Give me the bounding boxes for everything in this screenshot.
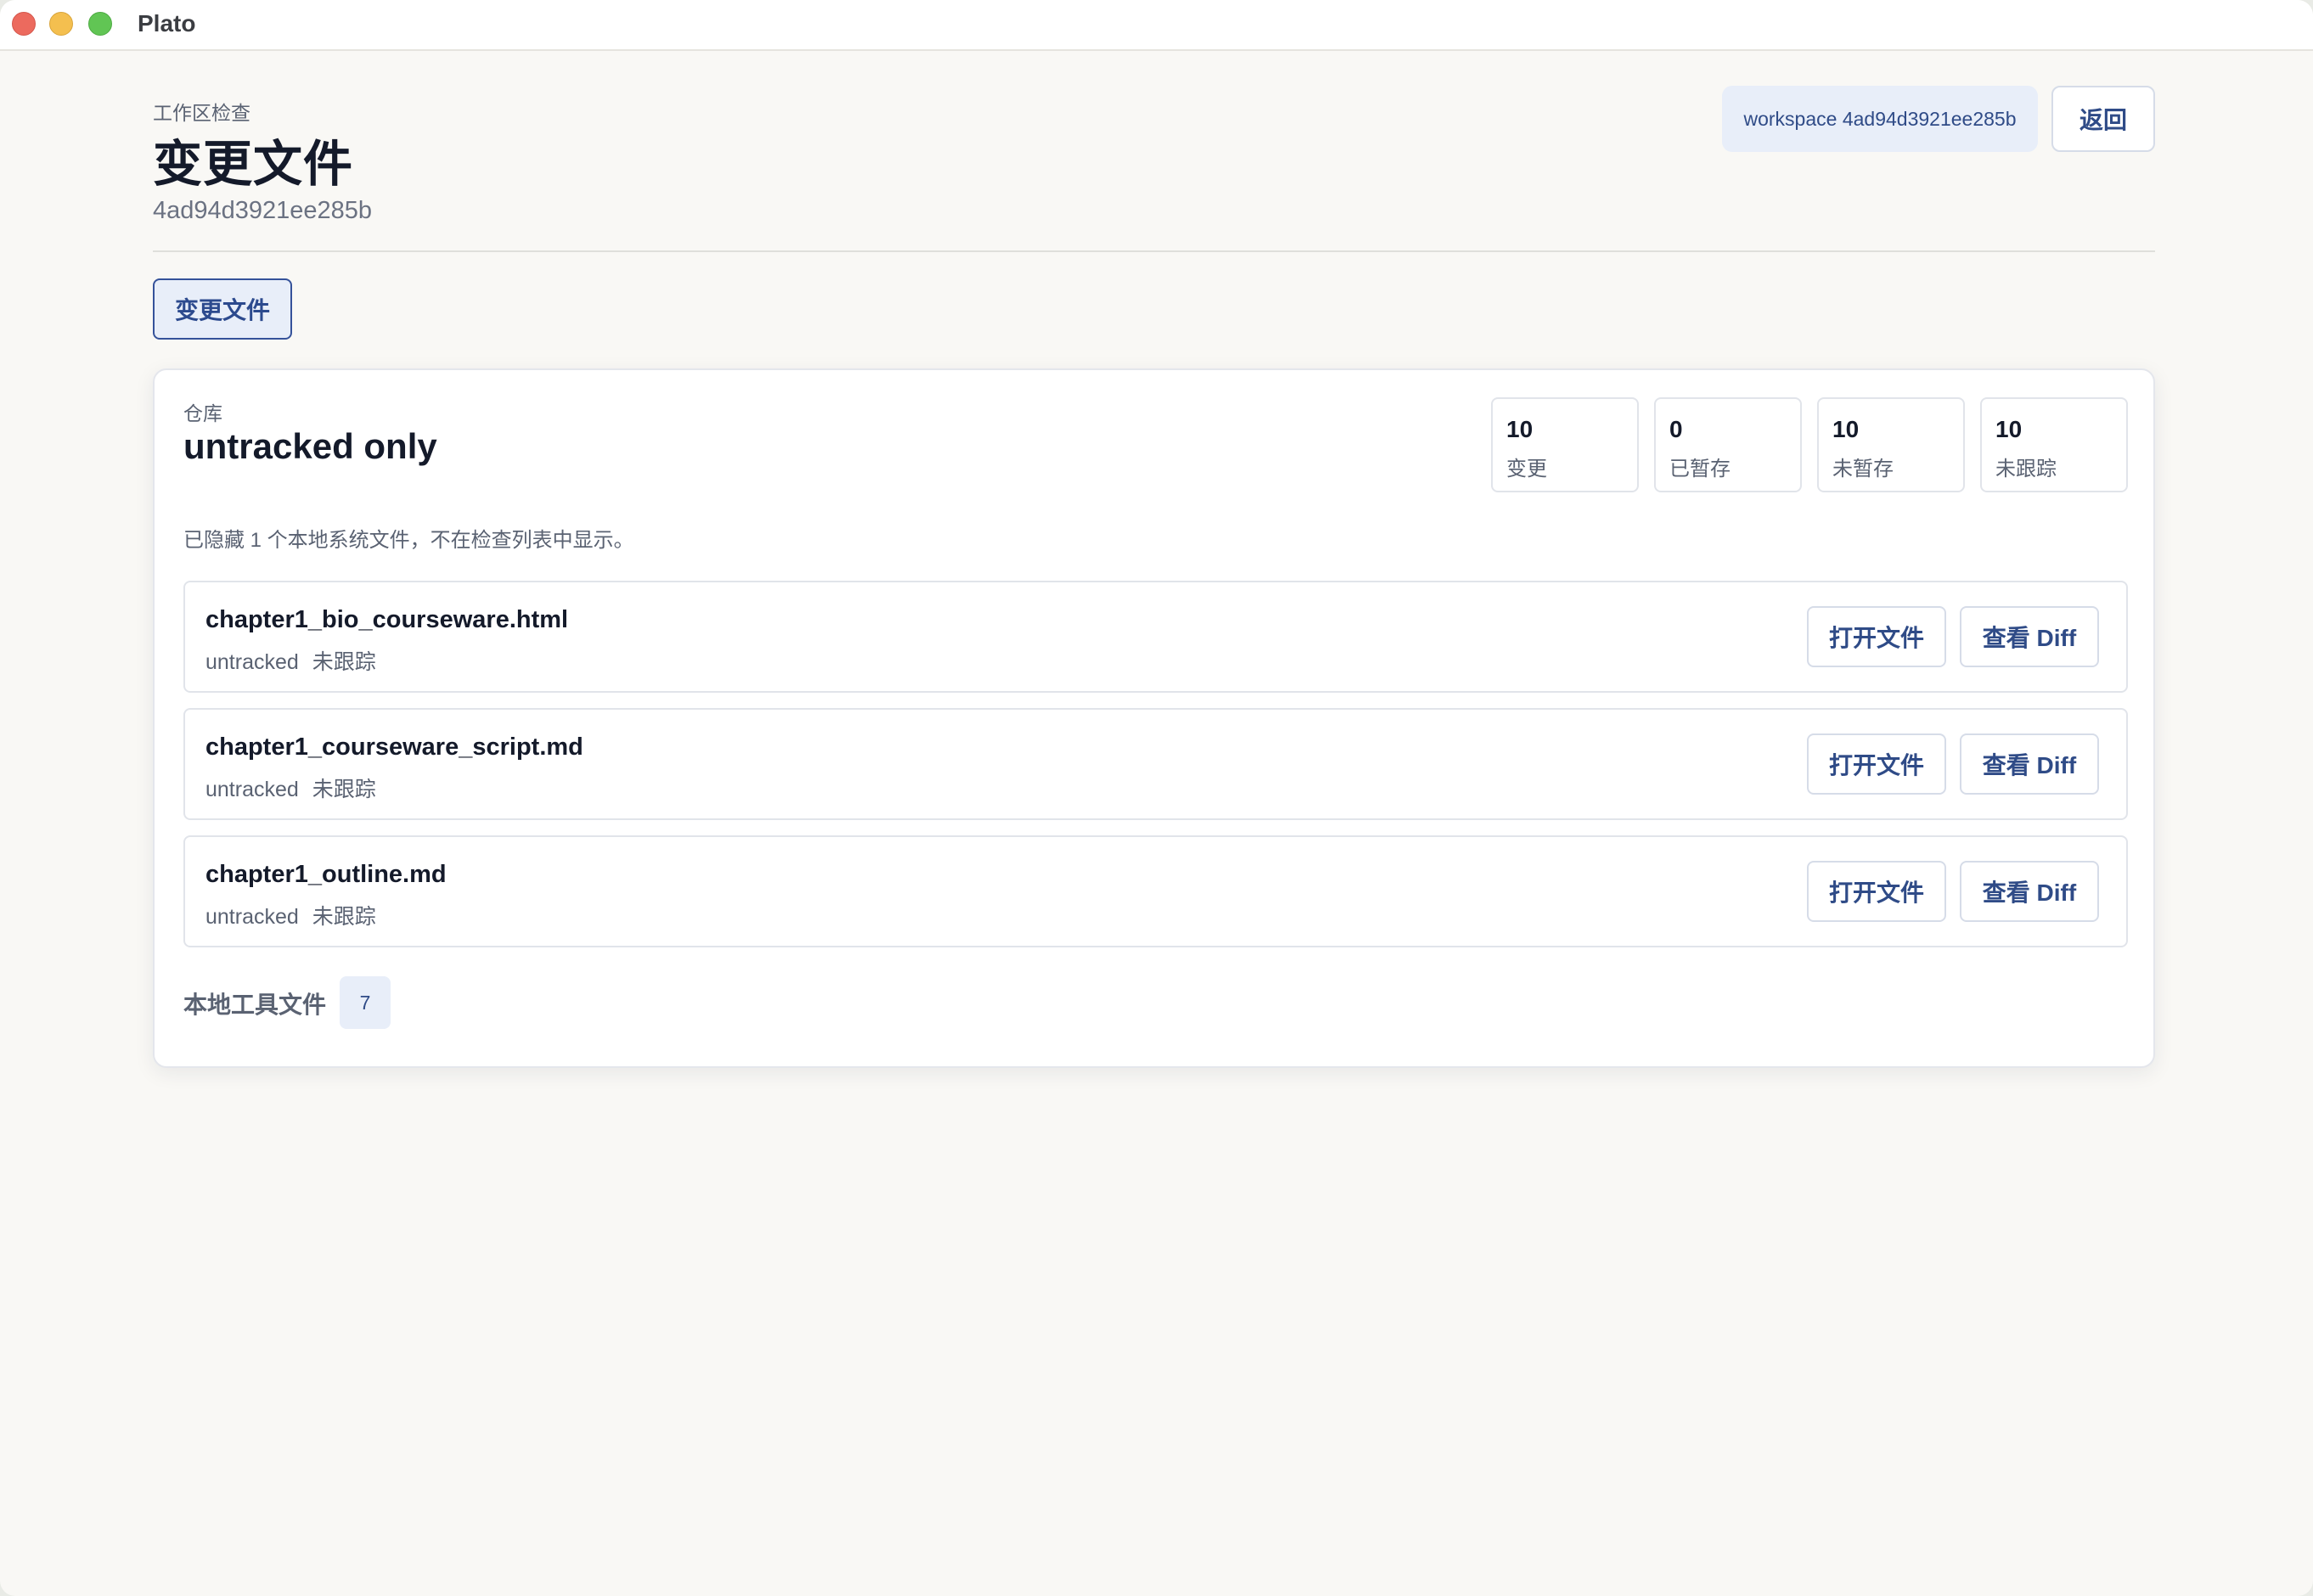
page-subtitle: 4ad94d3921ee285b <box>153 197 373 224</box>
view-diff-button[interactable]: 查看 Diff <box>1960 606 2099 667</box>
file-status-label: 未跟踪 <box>312 650 376 674</box>
app-window: Plato 工作区检查 变更文件 4ad94d3921ee285b worksp… <box>0 0 2313 1596</box>
file-name: chapter1_courseware_script.md <box>205 733 583 761</box>
file-status-label: 未跟踪 <box>312 905 376 929</box>
file-status-code: untracked <box>205 778 299 801</box>
back-button[interactable]: 返回 <box>2051 86 2155 152</box>
stat-value: 0 <box>1669 416 1683 442</box>
stat-changes: 10 变更 <box>1491 397 1639 492</box>
file-status: untracked 未跟踪 <box>205 900 376 930</box>
repo-panel: 仓库 untracked only 10 变更 0 已暂存 10 未暂存 10 … <box>153 368 2155 1068</box>
title-bar: Plato <box>0 0 2313 51</box>
local-tool-files-toggle[interactable]: 本地工具文件 <box>183 986 326 1020</box>
file-status: untracked 未跟踪 <box>205 645 376 676</box>
file-status-label: 未跟踪 <box>312 778 376 801</box>
file-status-code: untracked <box>205 650 299 674</box>
stat-value: 10 <box>1506 416 1534 442</box>
file-name: chapter1_outline.md <box>205 861 447 888</box>
open-file-button[interactable]: 打开文件 <box>1807 606 1946 667</box>
stat-label: 未暂存 <box>1832 458 1894 480</box>
app-title: Plato <box>138 10 196 37</box>
stat-label: 变更 <box>1506 458 1547 480</box>
open-file-button[interactable]: 打开文件 <box>1807 733 1946 795</box>
header-divider <box>153 250 2155 252</box>
stat-untracked: 10 未跟踪 <box>1980 397 2128 492</box>
file-name: chapter1_bio_courseware.html <box>205 606 569 633</box>
page-title: 变更文件 <box>153 137 354 192</box>
file-row: chapter1_courseware_script.md untracked 未… <box>183 708 2128 820</box>
open-file-button[interactable]: 打开文件 <box>1807 861 1946 922</box>
file-row: chapter1_bio_courseware.html untracked 未跟… <box>183 581 2128 693</box>
local-tool-files-count: 7 <box>340 976 391 1029</box>
file-row: chapter1_outline.md untracked 未跟踪 打开文件 查看… <box>183 835 2128 947</box>
page-kicker: 工作区检查 <box>153 102 250 124</box>
file-status: untracked 未跟踪 <box>205 773 376 803</box>
stat-value: 10 <box>1832 416 1860 442</box>
zoom-window-button[interactable] <box>88 12 112 36</box>
stat-label: 未跟踪 <box>1995 458 2057 480</box>
stat-unstaged: 10 未暂存 <box>1817 397 1965 492</box>
stat-label: 已暂存 <box>1669 458 1731 480</box>
workspace-badge: workspace 4ad94d3921ee285b <box>1722 86 2038 152</box>
repo-title: untracked only <box>183 426 437 466</box>
close-window-button[interactable] <box>12 12 36 36</box>
repo-kicker: 仓库 <box>183 402 222 424</box>
stat-staged: 0 已暂存 <box>1654 397 1802 492</box>
view-diff-button[interactable]: 查看 Diff <box>1960 861 2099 922</box>
stat-value: 10 <box>1995 416 2023 442</box>
minimize-window-button[interactable] <box>49 12 73 36</box>
tab-changed-files[interactable]: 变更文件 <box>153 278 292 340</box>
view-diff-button[interactable]: 查看 Diff <box>1960 733 2099 795</box>
file-status-code: untracked <box>205 905 299 929</box>
hidden-files-note: 已隐藏 1 个本地系统文件，不在检查列表中显示。 <box>183 529 634 552</box>
